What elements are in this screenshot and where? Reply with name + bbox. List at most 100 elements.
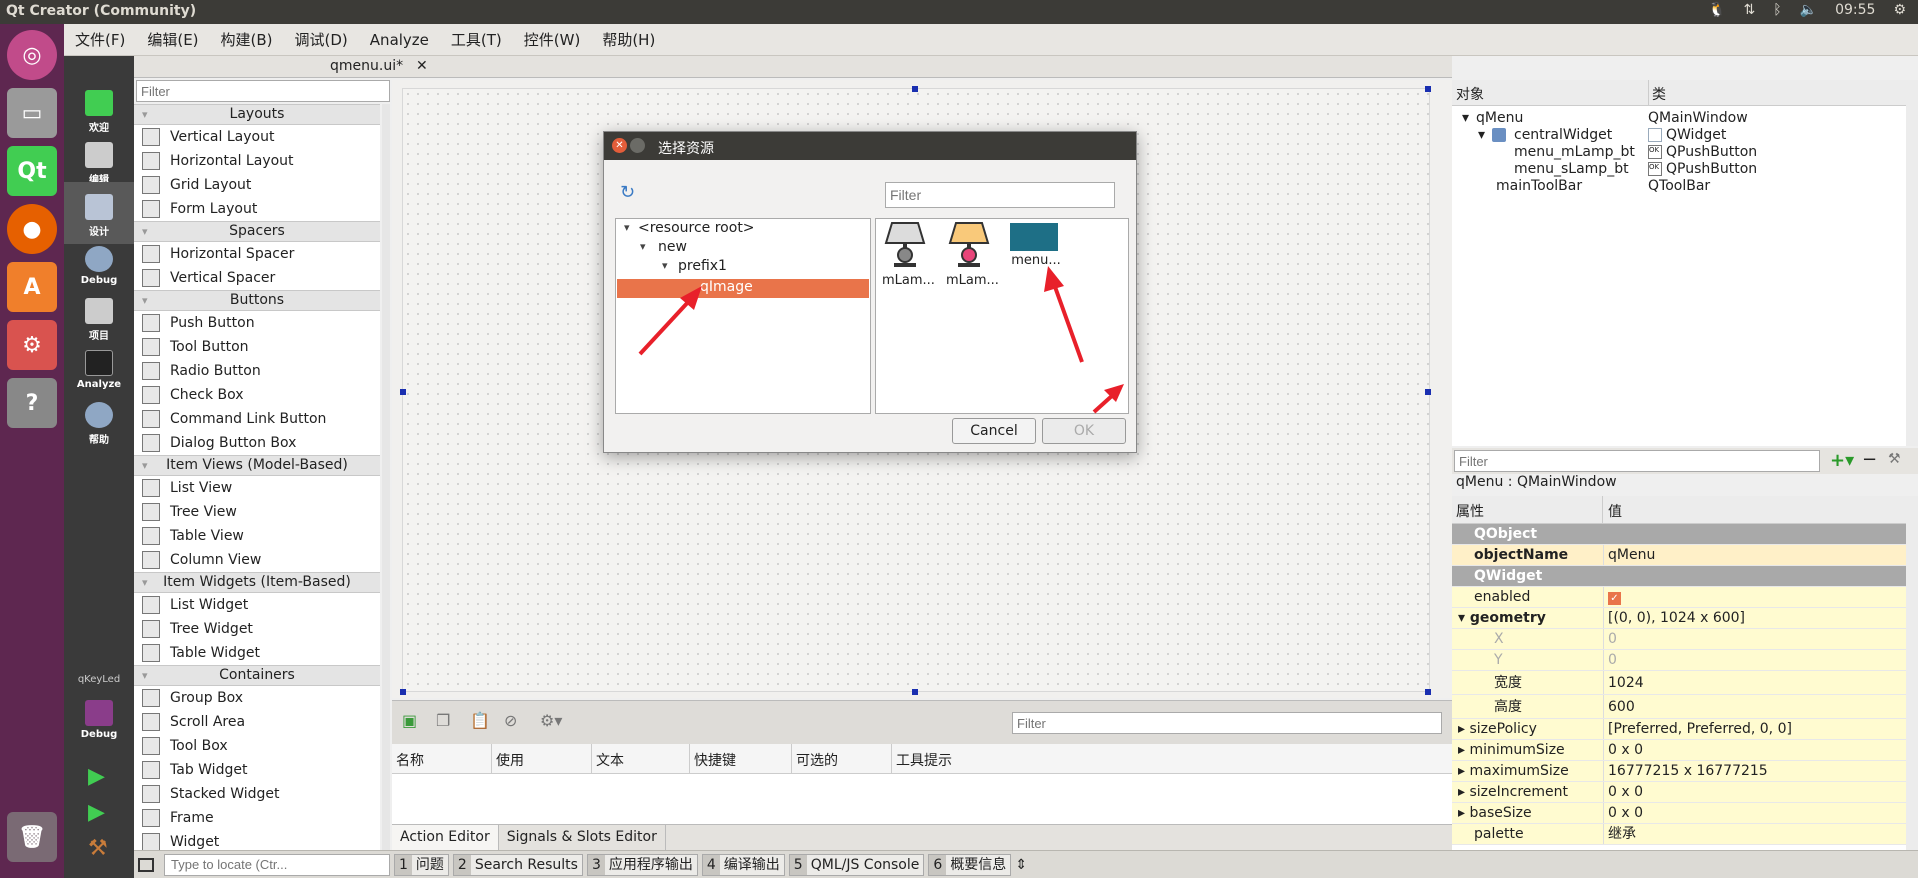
- resize-handle[interactable]: [400, 389, 406, 395]
- widget-category[interactable]: Item Views (Model-Based): [134, 455, 380, 476]
- action-filter[interactable]: [1012, 712, 1442, 734]
- cancel-button[interactable]: Cancel: [952, 418, 1036, 444]
- pe-col-value[interactable]: 值: [1608, 501, 1622, 521]
- widget-item[interactable]: Tool Button: [134, 335, 380, 359]
- oi-col-class[interactable]: 类: [1652, 84, 1666, 104]
- prop-row[interactable]: 高度 600: [1452, 695, 1906, 719]
- prop-row[interactable]: X0: [1452, 629, 1906, 650]
- network-icon[interactable]: ⇅: [1744, 2, 1756, 18]
- expand-icon[interactable]: ▸: [1458, 805, 1469, 821]
- minimize-icon[interactable]: [630, 138, 645, 153]
- oi-object[interactable]: centralWidget: [1514, 127, 1612, 144]
- prop-row[interactable]: ▸ sizePolicy [Preferred, Preferred, 0, 0]: [1452, 719, 1906, 740]
- prop-row[interactable]: 宽度 1024: [1452, 671, 1906, 695]
- ok-button[interactable]: OK: [1042, 418, 1126, 444]
- widget-item[interactable]: List Widget: [134, 593, 380, 617]
- prop-row[interactable]: ▸ baseSize 0 x 0: [1452, 803, 1906, 824]
- resize-handle[interactable]: [1425, 689, 1431, 695]
- close-icon[interactable]: ✕: [612, 138, 627, 153]
- menu-tools[interactable]: 工具(T): [440, 29, 513, 50]
- menu-build[interactable]: 构建(B): [210, 29, 284, 50]
- widget-item[interactable]: Form Layout: [134, 197, 380, 221]
- menu-debug[interactable]: 调试(D): [284, 29, 359, 50]
- resource-filter[interactable]: [885, 182, 1115, 208]
- locator-input[interactable]: [164, 853, 390, 876]
- widget-item[interactable]: Push Button: [134, 311, 380, 335]
- widget-category[interactable]: Spacers: [134, 221, 380, 242]
- settings-icon[interactable]: ⚙: [7, 320, 57, 370]
- file-item[interactable]: menu...: [1010, 221, 1062, 289]
- help-icon[interactable]: ?: [7, 378, 57, 428]
- remove-property-icon[interactable]: −: [1862, 449, 1877, 470]
- section-qwidget[interactable]: QWidget: [1452, 566, 1906, 587]
- prop-row[interactable]: ▾ geometry [(0, 0), 1024 x 600]: [1452, 608, 1906, 629]
- tree-node-new[interactable]: new: [658, 239, 687, 255]
- widget-item[interactable]: Scroll Area: [134, 710, 380, 734]
- prop-row[interactable]: ▸ maximumSize 16777215 x 16777215: [1452, 761, 1906, 782]
- col-used[interactable]: 使用: [492, 744, 592, 773]
- widget-item[interactable]: Column View: [134, 548, 380, 572]
- pane-qml-console[interactable]: 5 QML/JS Console: [788, 853, 925, 876]
- file-item[interactable]: mLam...: [946, 221, 999, 289]
- property-scrollbar[interactable]: [1906, 496, 1918, 850]
- new-action-icon[interactable]: ▣: [402, 711, 417, 730]
- add-property-icon[interactable]: +▾: [1830, 450, 1854, 471]
- mode-help[interactable]: 帮助: [64, 390, 134, 452]
- resize-handle[interactable]: [400, 689, 406, 695]
- widget-item[interactable]: Widget: [134, 830, 380, 850]
- qtcreator-icon[interactable]: Qt: [7, 146, 57, 196]
- oi-object[interactable]: menu_sLamp_bt: [1514, 161, 1629, 178]
- col-tooltip[interactable]: 工具提示: [892, 744, 1092, 773]
- prop-row[interactable]: palette 继承: [1452, 824, 1906, 845]
- menu-widgets[interactable]: 控件(W): [513, 29, 592, 50]
- power-icon[interactable]: ⚙: [1893, 2, 1906, 18]
- kit-selector[interactable]: Debug: [64, 688, 134, 750]
- col-shortcut[interactable]: 快捷键: [690, 744, 792, 773]
- expand-icon[interactable]: ▸: [1458, 721, 1469, 737]
- pe-col-property[interactable]: 属性: [1456, 501, 1484, 521]
- enabled-checkbox[interactable]: ✓: [1608, 592, 1621, 605]
- widget-item[interactable]: Radio Button: [134, 359, 380, 383]
- oi-object[interactable]: menu_mLamp_bt: [1514, 144, 1635, 161]
- firefox-icon[interactable]: ●: [7, 204, 57, 254]
- widget-item[interactable]: Group Box: [134, 686, 380, 710]
- widget-item[interactable]: Check Box: [134, 383, 380, 407]
- menu-file[interactable]: 文件(F): [64, 29, 136, 50]
- pane-issues[interactable]: 1 问题: [394, 853, 449, 876]
- widget-item[interactable]: Table View: [134, 524, 380, 548]
- widget-item[interactable]: Dialog Button Box: [134, 431, 380, 455]
- tree-node-prefix1[interactable]: prefix1: [678, 258, 727, 274]
- resize-handle[interactable]: [1425, 389, 1431, 395]
- resize-handle[interactable]: [912, 86, 918, 92]
- reload-icon[interactable]: ↻: [620, 182, 635, 203]
- tree-node-qimage[interactable]: qImage: [700, 279, 753, 295]
- tree-node-root[interactable]: <resource root>: [638, 220, 755, 236]
- widget-item[interactable]: Stacked Widget: [134, 782, 380, 806]
- property-filter[interactable]: [1454, 450, 1820, 472]
- configure-icon[interactable]: ⚒: [1888, 451, 1901, 467]
- oi-object[interactable]: qMenu: [1476, 110, 1523, 127]
- widget-item[interactable]: Frame: [134, 806, 380, 830]
- pane-app-output[interactable]: 3 应用程序输出: [586, 853, 698, 876]
- resize-handle[interactable]: [1425, 86, 1431, 92]
- run-icon[interactable]: ▶: [88, 764, 105, 789]
- volume-icon[interactable]: 🔈: [1800, 2, 1817, 18]
- widget-item[interactable]: Tree Widget: [134, 617, 380, 641]
- menu-analyze[interactable]: Analyze: [359, 31, 440, 49]
- widget-category[interactable]: Item Widgets (Item-Based): [134, 572, 380, 593]
- widget-category[interactable]: Buttons: [134, 290, 380, 311]
- tab-signals-slots[interactable]: Signals & Slots Editor: [499, 825, 666, 850]
- prop-row[interactable]: objectName qMenu: [1452, 545, 1906, 566]
- bluetooth-icon[interactable]: ᛒ: [1773, 2, 1781, 18]
- widget-item[interactable]: Grid Layout: [134, 173, 380, 197]
- widgetbox-filter[interactable]: [136, 80, 390, 102]
- col-checkable[interactable]: 可选的: [792, 744, 892, 773]
- trash-icon[interactable]: 🗑: [7, 812, 57, 862]
- widget-item[interactable]: List View: [134, 476, 380, 500]
- widget-category[interactable]: Layouts: [134, 104, 380, 125]
- widget-item[interactable]: Table Widget: [134, 641, 380, 665]
- tree-toggle-icon[interactable]: ▾: [640, 240, 646, 253]
- oi-col-object[interactable]: 对象: [1456, 84, 1484, 104]
- expand-icon[interactable]: ▸: [1458, 784, 1469, 800]
- tree-toggle-icon[interactable]: ▾: [662, 259, 668, 272]
